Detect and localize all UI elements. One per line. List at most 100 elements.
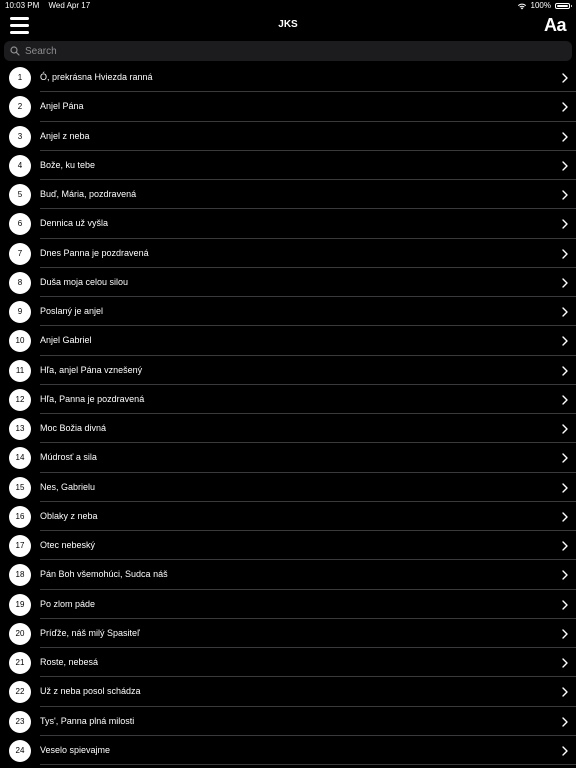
chevron-right-icon bbox=[562, 336, 568, 346]
chevron-right-icon bbox=[562, 365, 568, 376]
chevron-right-icon bbox=[562, 482, 568, 493]
song-title: Poslaný je anjel bbox=[40, 306, 104, 316]
chevron-right-icon bbox=[562, 73, 568, 83]
search-input[interactable] bbox=[25, 45, 572, 57]
chevron-right-icon bbox=[562, 599, 568, 610]
song-row[interactable]: 12 Hľa, Panna je pozdravená bbox=[0, 385, 576, 414]
chevron-right-icon bbox=[562, 541, 568, 551]
song-number-badge: 7 bbox=[9, 242, 31, 265]
song-row[interactable]: 7 Dnes Panna je pozdravená bbox=[0, 239, 576, 268]
song-row[interactable]: 20 Príďže, náš milý Spasiteľ bbox=[0, 619, 576, 648]
chevron-right-icon bbox=[562, 716, 568, 727]
row-divider bbox=[40, 764, 576, 765]
song-row[interactable]: 4 Bože, ku tebe bbox=[0, 151, 576, 180]
song-row[interactable]: 24 Veselo spievajme bbox=[0, 736, 576, 765]
song-number-badge: 8 bbox=[9, 271, 31, 294]
song-number-badge: 16 bbox=[9, 505, 31, 528]
status-time: 10:03 PM bbox=[5, 1, 40, 10]
song-list: 1 Ó, prekrásna Hviezda ranná 2 Anjel Pána 3 A… bbox=[0, 63, 576, 765]
song-number-badge: 5 bbox=[9, 184, 31, 206]
page-title: JKS bbox=[278, 19, 298, 30]
song-title: Tys', Panna plná milosti bbox=[40, 715, 135, 726]
song-title: Dnes Panna je pozdravená bbox=[40, 247, 149, 258]
font-size-button[interactable]: Aa bbox=[544, 15, 567, 36]
song-row[interactable]: 22 Už z neba posol schádza bbox=[0, 677, 576, 707]
song-title: Anjel Gabriel bbox=[40, 335, 92, 346]
status-bar: 10:03 PM Wed Apr 17 100% bbox=[0, 0, 576, 12]
chevron-right-icon bbox=[562, 570, 568, 580]
song-title: Príďže, náš milý Spasiteľ bbox=[40, 627, 140, 638]
chevron-right-icon bbox=[562, 190, 568, 200]
song-title: Otec nebeský bbox=[40, 540, 96, 550]
song-row[interactable]: 2 Anjel Pána bbox=[0, 92, 576, 122]
song-title: Veselo spievajme bbox=[40, 744, 111, 755]
chevron-right-icon bbox=[562, 687, 568, 697]
battery-percent: 100% bbox=[530, 1, 551, 10]
song-row[interactable]: 17 Otec nebeský bbox=[0, 531, 576, 561]
song-number-badge: 2 bbox=[9, 96, 31, 119]
song-row[interactable]: 21 Roste, nebesá bbox=[0, 648, 576, 678]
song-number-badge: 18 bbox=[9, 564, 31, 587]
song-row[interactable]: 3 Anjel z neba bbox=[0, 122, 576, 151]
song-number-badge: 24 bbox=[9, 739, 31, 762]
chevron-right-icon bbox=[562, 131, 568, 142]
song-number-badge: 3 bbox=[9, 125, 31, 148]
song-row[interactable]: 14 Múdrosť a sila bbox=[0, 443, 576, 473]
song-number-badge: 4 bbox=[9, 154, 31, 177]
song-row[interactable]: 15 Nes, Gabrielu bbox=[0, 473, 576, 502]
song-title: Anjel z neba bbox=[40, 130, 90, 141]
song-number-badge: 11 bbox=[9, 359, 31, 382]
song-number-badge: 14 bbox=[9, 447, 31, 470]
search-icon bbox=[10, 46, 20, 56]
chevron-right-icon bbox=[562, 424, 568, 434]
song-title: Pán Boh všemohúci, Sudca náš bbox=[40, 569, 168, 580]
battery-icon bbox=[555, 3, 572, 9]
song-number-badge: 10 bbox=[9, 330, 31, 353]
song-title: Duša moja celou silou bbox=[40, 276, 129, 287]
nav-bar: JKS Aa bbox=[0, 12, 576, 40]
song-number-badge: 19 bbox=[9, 593, 31, 616]
song-row[interactable]: 23 Tys', Panna plná milosti bbox=[0, 707, 576, 736]
song-number-badge: 23 bbox=[9, 710, 31, 733]
song-row[interactable]: 9 Poslaný je anjel bbox=[0, 297, 576, 327]
chevron-right-icon bbox=[562, 161, 568, 171]
wifi-icon bbox=[517, 3, 526, 10]
song-title: Buď, Mária, pozdravená bbox=[40, 189, 137, 199]
song-number-badge: 20 bbox=[9, 622, 31, 645]
song-row[interactable]: 10 Anjel Gabriel bbox=[0, 326, 576, 356]
song-row[interactable]: 11 Hľa, anjel Pána vznešený bbox=[0, 356, 576, 385]
song-row[interactable]: 5 Buď, Mária, pozdravená bbox=[0, 180, 576, 210]
song-title: Bože, ku tebe bbox=[40, 159, 96, 170]
song-row[interactable]: 8 Duša moja celou silou bbox=[0, 268, 576, 297]
song-title: Nes, Gabrielu bbox=[40, 481, 96, 492]
song-row[interactable]: 6 Dennica už vyšla bbox=[0, 209, 576, 239]
song-number-badge: 9 bbox=[9, 301, 31, 323]
status-right: 100% bbox=[517, 0, 572, 12]
song-title: Múdrosť a sila bbox=[40, 452, 97, 463]
chevron-right-icon bbox=[562, 512, 568, 522]
song-title: Moc Božia divná bbox=[40, 423, 107, 433]
chevron-right-icon bbox=[562, 395, 568, 405]
search-bar[interactable] bbox=[4, 41, 572, 61]
song-number-badge: 15 bbox=[9, 476, 31, 499]
chevron-right-icon bbox=[562, 102, 568, 112]
chevron-right-icon bbox=[562, 453, 568, 463]
chevron-right-icon bbox=[562, 746, 568, 756]
song-title: Dennica už vyšla bbox=[40, 218, 109, 229]
song-row[interactable]: 16 Oblaky z neba bbox=[0, 502, 576, 531]
song-number-badge: 13 bbox=[9, 418, 31, 440]
song-title: Oblaky z neba bbox=[40, 510, 98, 521]
chevron-right-icon bbox=[562, 219, 568, 229]
song-number-badge: 21 bbox=[9, 652, 31, 674]
song-title: Hľa, Panna je pozdravená bbox=[40, 393, 145, 404]
song-number-badge: 1 bbox=[9, 67, 31, 89]
song-title: Už z neba posol schádza bbox=[40, 686, 141, 697]
song-row[interactable]: 18 Pán Boh všemohúci, Sudca náš bbox=[0, 560, 576, 590]
song-row[interactable]: 1 Ó, prekrásna Hviezda ranná bbox=[0, 63, 576, 93]
chevron-right-icon bbox=[562, 658, 568, 668]
chevron-right-icon bbox=[562, 629, 568, 639]
song-row[interactable]: 13 Moc Božia divná bbox=[0, 414, 576, 444]
song-number-badge: 17 bbox=[9, 535, 31, 557]
song-title: Anjel Pána bbox=[40, 101, 84, 112]
song-row[interactable]: 19 Po zlom páde bbox=[0, 590, 576, 619]
